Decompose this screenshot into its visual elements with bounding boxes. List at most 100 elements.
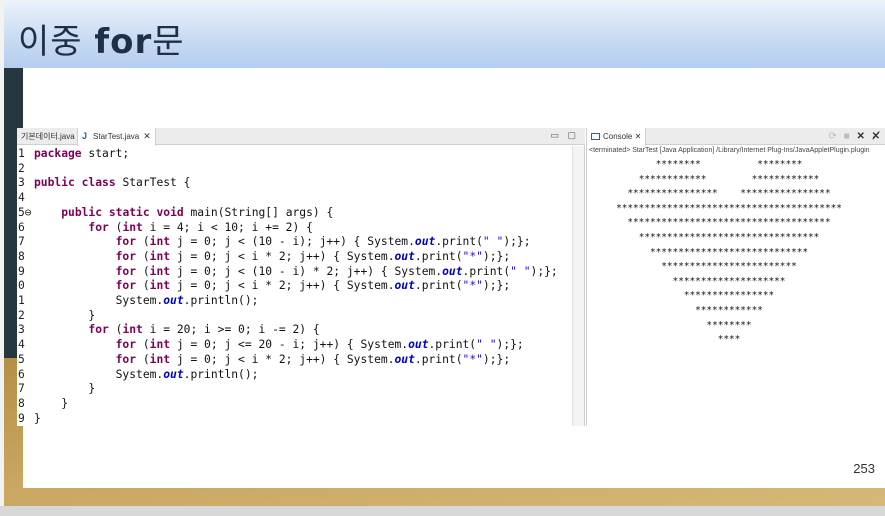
code-token: ( (108, 323, 123, 337)
code-token: for (115, 235, 137, 249)
tab-label: 기본데이터.java (21, 132, 75, 141)
code-text-area[interactable]: 1 package start; 2 3 public class StarTest {… (17, 146, 577, 426)
code-token: "*" (462, 279, 483, 293)
slide-title: 이중 for문 (18, 14, 185, 63)
line-number: 4 (18, 191, 25, 205)
editor-scrollbar[interactable] (572, 146, 584, 426)
code-token: ( (136, 338, 150, 352)
console-output-line: ******************** (672, 275, 786, 287)
code-editor[interactable]: 기본데이터.java J StarTest.java ✕ ▭ ▢ 1 package … (17, 128, 585, 426)
tab-startest-java[interactable]: J StarTest.java ✕ (77, 128, 156, 146)
code-token: "*" (462, 249, 483, 263)
code-token: i = 20; i >= 0; i -= 2) { (142, 323, 320, 337)
code-token: for (115, 338, 137, 352)
code-token: );}; (530, 264, 558, 278)
code-token: ( (136, 279, 150, 293)
code-token: static (108, 205, 150, 219)
code-token: .println(); (183, 367, 259, 381)
console-output-line: **************** (683, 290, 775, 302)
code-token: for (88, 323, 109, 337)
code-content: } (34, 308, 95, 323)
code-token: ( (136, 249, 150, 263)
code-token: j = 0; j < (10 - i) * 2; j++) { System. (170, 264, 443, 278)
tab-label: StarTest.java (93, 132, 140, 141)
code-token: out (163, 367, 184, 381)
code-token: int (149, 338, 171, 352)
code-content: for (int i = 4; i < 10; i += 2) { (34, 220, 313, 235)
console-disabled-tools: ⟳ ■ (828, 131, 852, 142)
code-token: System. (34, 294, 164, 307)
code-token: out (442, 264, 463, 278)
code-content: System.out.println(); (34, 367, 259, 382)
code-token: j = 0; j <= 20 - i; j++) { System. (170, 338, 409, 352)
slide: 이중 for문 253 기본데이터.java J StarTest.java ✕ ▭… (0, 0, 885, 516)
code-token: .print( (414, 279, 463, 293)
code-content: for (int j = 0; j < i * 2; j++) { System… (34, 278, 511, 293)
tab-console[interactable]: Console ✕ (587, 128, 647, 146)
editor-tab-bar: 기본데이터.java J StarTest.java ✕ ▭ ▢ (17, 128, 585, 146)
code-token: StarTest { (115, 176, 191, 190)
code-token: int (149, 249, 171, 263)
code-token: " " (482, 235, 504, 249)
line-number: 1 (18, 147, 25, 160)
line-number: 0 (18, 279, 25, 293)
code-content: public static void main(String[] args) { (34, 205, 333, 220)
code-token: for (115, 279, 137, 293)
code-content: System.out.println(); (34, 293, 259, 308)
slide-title-keyword: for (94, 22, 153, 62)
code-token: ( (136, 352, 150, 366)
console-output-line: ******** (706, 319, 752, 331)
code-token: ( (136, 264, 150, 278)
code-content: } (34, 381, 95, 396)
code-token: int (149, 352, 171, 366)
editor-window-controls[interactable]: ▭ ▢ (550, 130, 579, 141)
close-tab-icon[interactable]: ✕ (143, 131, 151, 141)
code-token: j = 0; j < i * 2; j++) { System. (170, 352, 395, 366)
code-token: ( (136, 235, 150, 249)
code-token: "*" (462, 352, 483, 366)
console-icon (591, 133, 600, 140)
line-number: 5⊖ (18, 205, 32, 219)
console-output-line: ************************************ (627, 217, 831, 229)
console-remove-icons[interactable]: ✕ ✕̸ (856, 131, 882, 142)
code-token: void (156, 205, 184, 219)
tab-label: Console (603, 132, 633, 141)
code-token: main(String[] args) { (183, 205, 334, 219)
code-token: .print( (414, 352, 463, 366)
close-console-icon[interactable]: ✕ (635, 132, 642, 141)
line-number: 6 (18, 220, 25, 234)
code-token: package (34, 147, 82, 160)
console-toolbar[interactable]: ⟳ ■ ✕ ✕̸ (828, 128, 882, 145)
code-token: " " (510, 264, 531, 278)
code-content: for (int j = 0; j <= 20 - i; j++) { Syst… (34, 337, 524, 352)
console-output-line: ************ (695, 305, 763, 316)
code-token: for (88, 220, 109, 234)
code-token: } (34, 396, 69, 410)
console-output-line: ******** ******** (655, 159, 803, 170)
code-token: );}; (482, 249, 511, 263)
slide-bottom-edge (0, 506, 885, 516)
console-output-line: **************************************** (616, 202, 842, 214)
console-output-line: ************ ************ (638, 173, 820, 185)
code-token: } (34, 411, 41, 425)
code-token: out (414, 235, 436, 249)
tab-data-java[interactable]: 기본데이터.java (17, 128, 79, 145)
line-number: 7 (18, 235, 25, 249)
code-token: j = 0; j < (10 - i); j++) { System. (170, 235, 415, 249)
line-number: 8 (18, 249, 25, 263)
console-view: Console ✕ ⟳ ■ ✕ ✕̸ <terminated> StarTest… (586, 128, 885, 426)
code-token: i = 4; i < 10; i += 2) { (142, 220, 313, 234)
code-token: j = 0; j < i * 2; j++) { System. (170, 279, 395, 293)
code-token: out (394, 352, 415, 366)
console-output-line: ******************************** (638, 232, 820, 243)
code-token: .print( (428, 338, 477, 352)
code-content: public class StarTest { (34, 175, 190, 190)
code-token: class (81, 176, 116, 190)
code-token: } (34, 308, 96, 322)
code-token: );}; (503, 235, 531, 249)
